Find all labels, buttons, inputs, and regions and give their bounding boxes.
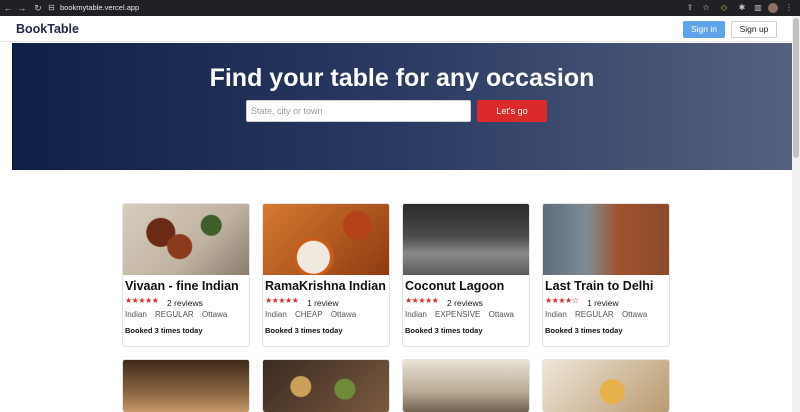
rating-stars: ★★★★☆	[545, 296, 579, 305]
booked-count: Booked 3 times today	[545, 326, 623, 335]
price-tag: EXPENSIVE	[435, 310, 481, 319]
extension-icon[interactable]: ◇	[718, 2, 730, 14]
brand-logo[interactable]: BookTable	[16, 21, 79, 37]
menu-kebab-icon[interactable]: ⋮	[783, 2, 795, 14]
profile-avatar[interactable]	[768, 3, 778, 13]
restaurant-card[interactable]: Coconut Lagoon ★★★★★ 2 reviews Indian EX…	[402, 203, 530, 347]
rating-stars: ★★★★★	[265, 296, 299, 305]
bookmark-star-icon[interactable]: ☆	[700, 2, 712, 14]
sign-up-button[interactable]: Sign up	[731, 21, 777, 38]
restaurant-photo[interactable]	[543, 204, 669, 275]
restaurant-tags: Indian CHEAP Ottawa	[265, 310, 362, 320]
restaurant-photo[interactable]	[403, 204, 529, 275]
page-scrollbar[interactable]	[792, 16, 800, 412]
restaurant-name[interactable]: Coconut Lagoon	[405, 278, 529, 294]
restaurant-card[interactable]	[402, 359, 530, 412]
hero-title: Find your table for any occasion	[209, 64, 595, 92]
extensions-puzzle-icon[interactable]: ✱	[736, 2, 748, 14]
restaurant-photo[interactable]	[403, 360, 529, 412]
review-count: 2 reviews	[447, 298, 483, 308]
hero-banner: Find your table for any occasion Let's g…	[12, 43, 792, 170]
restaurant-name[interactable]: Last Train to Delhi	[545, 278, 669, 294]
side-panel-icon[interactable]: ▥	[752, 2, 764, 14]
restaurant-card[interactable]	[262, 359, 390, 412]
rating-stars: ★★★★★	[125, 296, 159, 305]
price-tag: CHEAP	[295, 310, 323, 319]
scrollbar-thumb[interactable]	[793, 18, 799, 158]
back-icon[interactable]: ←	[2, 2, 14, 14]
sign-in-button[interactable]: Sign in	[683, 21, 725, 38]
restaurant-card[interactable]: RamaKrishna Indian ★★★★★ 1 review Indian…	[262, 203, 390, 347]
restaurant-card[interactable]: Vivaan - fine Indian ★★★★★ 2 reviews Ind…	[122, 203, 250, 347]
restaurant-card[interactable]	[122, 359, 250, 412]
app-header: BookTable Sign in Sign up	[0, 16, 792, 42]
review-count: 1 review	[587, 298, 619, 308]
cuisine-tag: Indian	[545, 310, 567, 319]
review-count: 2 reviews	[167, 298, 203, 308]
restaurant-tags: Indian REGULAR Ottawa	[125, 310, 233, 320]
review-count: 1 review	[307, 298, 339, 308]
restaurant-photo[interactable]	[543, 360, 669, 412]
restaurant-card[interactable]: Last Train to Delhi ★★★★☆ 1 review India…	[542, 203, 670, 347]
city-tag: Ottawa	[621, 310, 648, 319]
cuisine-tag: Indian	[125, 310, 147, 319]
restaurant-tags: Indian REGULAR Ottawa	[545, 310, 653, 320]
booked-count: Booked 3 times today	[405, 326, 483, 335]
price-tag: REGULAR	[155, 310, 194, 319]
restaurant-name[interactable]: RamaKrishna Indian	[265, 278, 389, 294]
city-tag: Ottawa	[201, 310, 228, 319]
cuisine-tag: Indian	[265, 310, 287, 319]
address-bar[interactable]: bookmytable.vercel.app	[60, 3, 139, 13]
share-icon[interactable]: ⇪	[684, 2, 696, 14]
lets-go-button[interactable]: Let's go	[477, 100, 547, 122]
cuisine-tag: Indian	[405, 310, 427, 319]
city-tag: Ottawa	[488, 310, 514, 319]
reload-icon[interactable]: ↻	[32, 2, 44, 14]
location-search-input[interactable]	[246, 100, 471, 122]
forward-icon[interactable]: →	[16, 2, 28, 14]
browser-chrome: ← → ↻ ⊟ bookmytable.vercel.app ⇪ ☆ ◇ ✱ ▥…	[0, 0, 800, 16]
restaurant-tags: Indian EXPENSIVE Ottawa	[405, 310, 520, 320]
city-tag: Ottawa	[330, 310, 357, 319]
booked-count: Booked 3 times today	[265, 326, 343, 335]
restaurant-photo[interactable]	[263, 360, 389, 412]
price-tag: REGULAR	[575, 310, 614, 319]
rating-stars: ★★★★★	[405, 296, 439, 305]
restaurant-photo[interactable]	[123, 360, 249, 412]
restaurant-photo[interactable]	[123, 204, 249, 275]
booked-count: Booked 3 times today	[125, 326, 203, 335]
restaurant-card[interactable]	[542, 359, 670, 412]
restaurant-name[interactable]: Vivaan - fine Indian	[125, 278, 249, 294]
restaurant-photo[interactable]	[263, 204, 389, 275]
site-info-icon[interactable]: ⊟	[48, 2, 55, 14]
